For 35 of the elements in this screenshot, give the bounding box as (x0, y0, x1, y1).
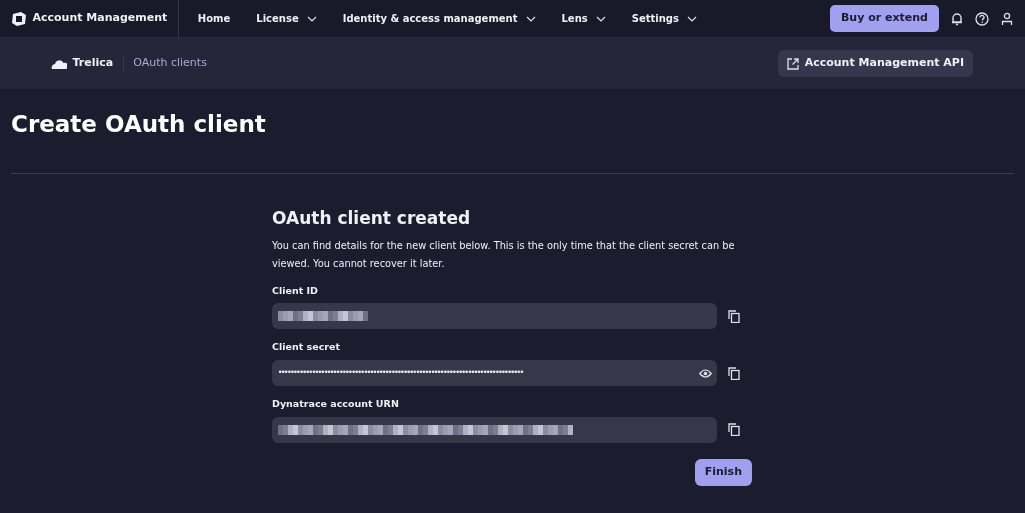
nav-menu-item[interactable]: Lens (548, 11, 619, 26)
nav-menu-item[interactable]: Identity & access management (329, 11, 549, 26)
copy-icon[interactable] (728, 366, 740, 380)
page-title: Create OAuth client (11, 111, 267, 139)
caret-icon (686, 15, 697, 22)
api-link-button[interactable]: Account Management API (778, 50, 973, 77)
masked-value: •••••••••••••••••••••••••••••••••••••••••••••••••••••••••••••••••••••••••••••••• (277, 366, 523, 380)
nav-menu-item[interactable]: License (243, 11, 330, 26)
breadcrumb-link[interactable]: Trelica (51, 55, 114, 72)
copy-icon[interactable] (728, 309, 740, 323)
caret-icon (525, 15, 536, 22)
nav-menu-item[interactable]: Home (184, 11, 244, 26)
app-title: Account Management (32, 10, 168, 27)
caret-icon (595, 15, 606, 22)
field-label: Dynatrace account URN (272, 397, 400, 412)
finish-button[interactable]: Finish (694, 459, 752, 486)
help-icon[interactable] (975, 11, 989, 26)
panel-title: OAuth client created (272, 206, 472, 230)
copy-icon[interactable] (728, 423, 740, 437)
description-text: You can find details for the new client below. This is the only time that the client secret can be viewed. You cannot recover it later. (272, 238, 736, 271)
notification-icon[interactable] (950, 11, 964, 26)
buy-button[interactable]: Buy or extend (830, 5, 939, 32)
text-field[interactable]: •••••••••••••••••••••••••••••••••••••••••••••••••••••••••••••••••••••••••••••••• (272, 360, 717, 387)
caret-icon (306, 15, 317, 22)
user-icon[interactable] (1000, 11, 1014, 26)
text-field[interactable] (272, 416, 717, 443)
cloud-icon (51, 58, 67, 69)
nav-menu-item[interactable]: Settings (618, 11, 710, 26)
external-link-icon (787, 57, 800, 70)
breadcrumb-link[interactable]: OAuth clients (133, 55, 207, 72)
show-password-icon[interactable] (698, 368, 712, 378)
text-field[interactable] (272, 303, 717, 330)
logo-icon (11, 10, 27, 27)
field-label: Client secret (272, 340, 341, 355)
field-label: Client ID (272, 283, 319, 298)
